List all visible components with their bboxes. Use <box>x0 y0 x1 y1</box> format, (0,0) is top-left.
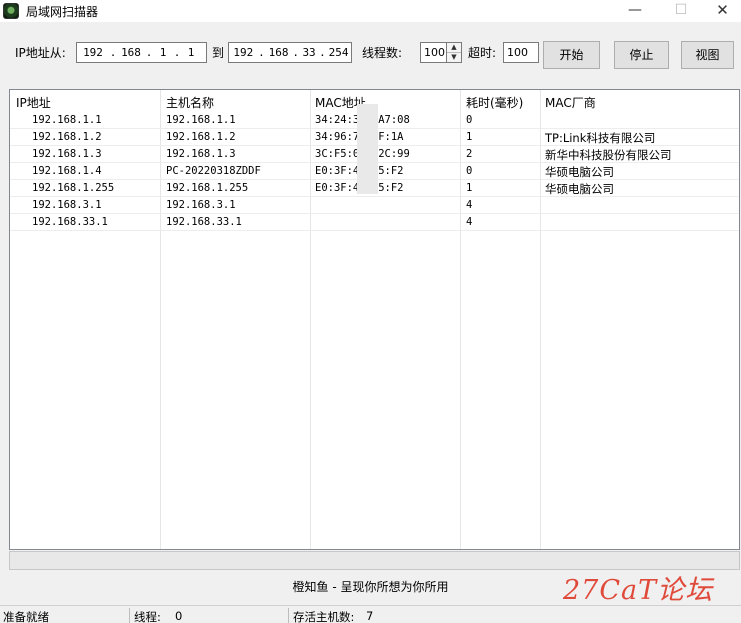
ip-from-label: IP地址从: <box>15 46 66 60</box>
window-title: 局域网扫描器 <box>26 5 99 19</box>
spinner-up-icon[interactable]: ▲ <box>447 43 461 52</box>
column-header-vendor[interactable]: MAC厂商 <box>545 94 596 111</box>
cell-vendor: 新华中科技股份有限公司 <box>545 148 672 162</box>
scan-results-table[interactable]: IP地址 主机名称 MAC地址 耗时(毫秒) MAC厂商 192.168.1.1… <box>9 89 740 550</box>
start-button[interactable]: 开始 <box>543 41 600 69</box>
ip-to-octet-2[interactable]: 168 <box>265 46 292 59</box>
cell-hostname: 192.168.1.3 <box>166 148 236 160</box>
ip-from-input[interactable]: 192. 168. 1. 1 <box>76 42 207 63</box>
cell-hostname: 192.168.1.1 <box>166 114 236 126</box>
status-bar: 准备就绪 线程: 0 存活主机数: 7 <box>0 605 741 623</box>
cell-hostname: 192.168.33.1 <box>166 216 242 228</box>
scan-toolbar: IP地址从: 192. 168. 1. 1 到 192. 168. 33. 25… <box>0 22 741 84</box>
cell-time: 4 <box>466 216 473 228</box>
forum-watermark: 27CaT论坛 <box>563 575 714 606</box>
maximize-button[interactable]: ☐ <box>658 0 704 22</box>
threads-label: 线程数: <box>362 46 403 60</box>
status-threads-value: 0 <box>175 609 183 623</box>
minimize-button[interactable]: — <box>612 0 658 22</box>
timeout-label: 超时: <box>468 46 497 60</box>
cell-time: 4 <box>466 199 473 211</box>
cell-ip: 192.168.1.4 <box>32 165 102 177</box>
table-row[interactable]: 192.168.33.1 192.168.33.1 4 <box>10 214 739 231</box>
cell-vendor: 华硕电脑公司 <box>545 182 614 196</box>
mac-redaction-mask <box>357 104 378 194</box>
ip-from-octet-2[interactable]: 168 <box>117 46 145 59</box>
cell-time: 1 <box>466 182 473 194</box>
status-alive-label: 存活主机数: <box>293 610 355 623</box>
cell-time: 1 <box>466 131 473 143</box>
status-ready: 准备就绪 <box>3 610 49 623</box>
ip-to-octet-1[interactable]: 192 <box>229 46 258 59</box>
cell-ip: 192.168.33.1 <box>32 216 108 228</box>
cell-hostname: 192.168.1.255 <box>166 182 249 194</box>
view-button[interactable]: 视图 <box>681 41 734 69</box>
title-bar: 局域网扫描器 — ☐ ✕ <box>0 0 741 22</box>
ip-to-label: 到 <box>212 46 225 60</box>
cell-hostname: 192.168.1.2 <box>166 131 236 143</box>
ip-to-input[interactable]: 192. 168. 33. 254 <box>228 42 352 63</box>
cell-ip: 192.168.1.2 <box>32 131 102 143</box>
status-alive-value: 7 <box>366 609 374 623</box>
ip-from-octet-1[interactable]: 192 <box>77 46 109 59</box>
close-button[interactable]: ✕ <box>704 0 741 22</box>
cell-ip: 192.168.3.1 <box>32 199 102 211</box>
cell-hostname: 192.168.3.1 <box>166 199 236 211</box>
column-header-time[interactable]: 耗时(毫秒) <box>466 94 523 111</box>
ip-to-octet-4[interactable]: 254 <box>326 46 351 59</box>
status-threads-label: 线程: <box>134 610 161 623</box>
stop-button[interactable]: 停止 <box>614 41 669 69</box>
threads-spinner[interactable]: ▲ ▼ <box>446 42 462 63</box>
cell-ip: 192.168.1.1 <box>32 114 102 126</box>
cell-time: 0 <box>466 114 473 126</box>
cell-time: 2 <box>466 148 473 160</box>
ip-from-octet-3[interactable]: 1 <box>153 46 173 59</box>
ip-to-octet-3[interactable]: 33 <box>300 46 319 59</box>
ip-from-octet-4[interactable]: 1 <box>181 46 201 59</box>
timeout-input[interactable]: 100 <box>503 42 539 63</box>
cell-vendor: TP:Link科技有限公司 <box>545 131 656 145</box>
table-row[interactable]: 192.168.3.1 192.168.3.1 4 <box>10 197 739 214</box>
threads-input[interactable]: 100 <box>420 42 447 63</box>
column-header-ip[interactable]: IP地址 <box>16 94 51 111</box>
spinner-down-icon[interactable]: ▼ <box>447 52 461 61</box>
column-header-hostname[interactable]: 主机名称 <box>166 94 214 111</box>
app-icon <box>3 3 19 19</box>
cell-hostname: PC-20220318ZDDF <box>166 165 261 177</box>
cell-ip: 192.168.1.3 <box>32 148 102 160</box>
cell-vendor: 华硕电脑公司 <box>545 165 614 179</box>
cell-time: 0 <box>466 165 473 177</box>
cell-ip: 192.168.1.255 <box>32 182 115 194</box>
